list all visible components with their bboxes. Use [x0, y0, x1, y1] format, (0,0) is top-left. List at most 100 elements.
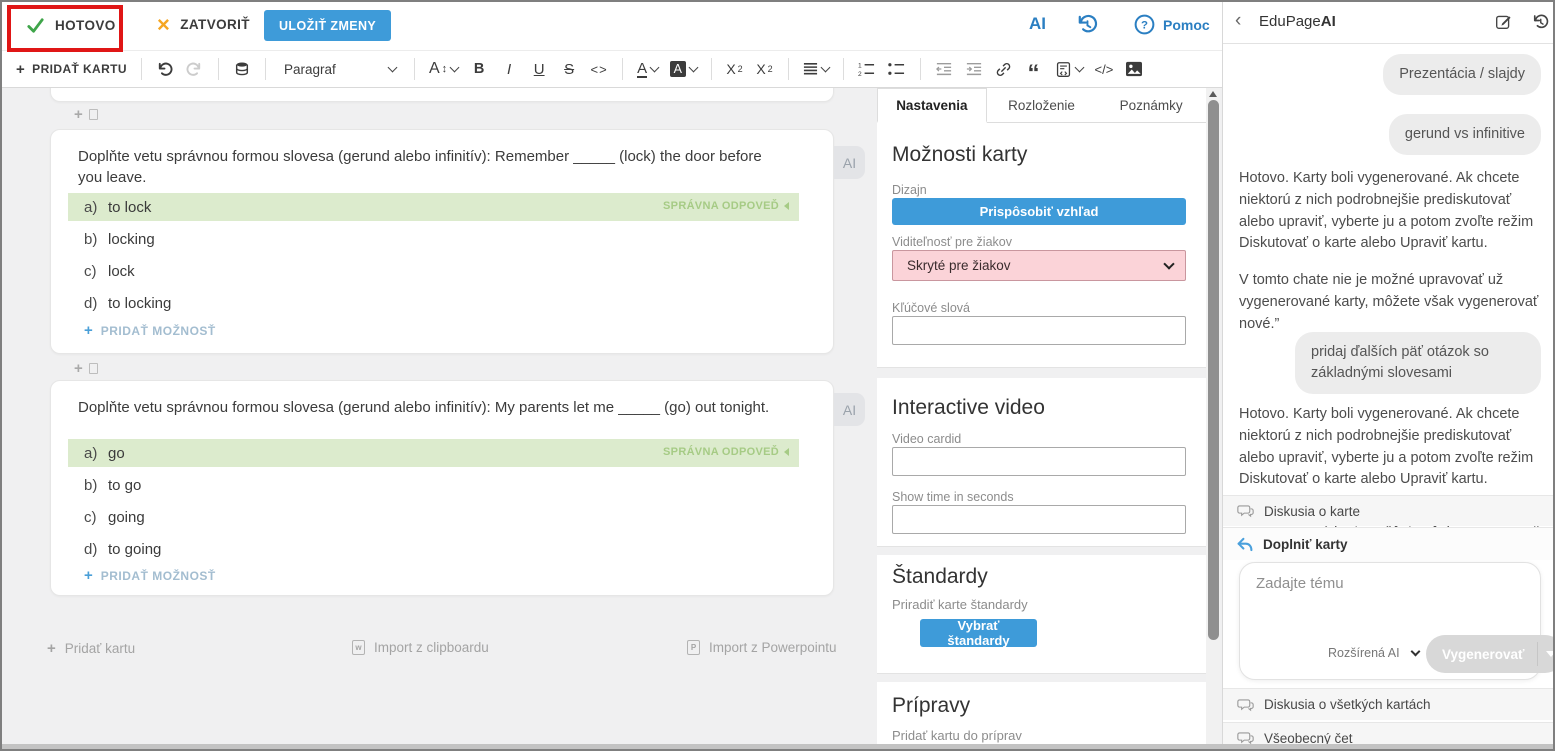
video-cardid-input[interactable] — [892, 447, 1186, 476]
back-chevron-icon[interactable]: ‹ — [1235, 11, 1241, 30]
toolbar-divider — [843, 58, 844, 80]
link-button[interactable] — [991, 55, 1017, 83]
previous-card-partial[interactable] — [50, 88, 834, 102]
chevron-down-icon — [450, 63, 460, 73]
insert-image-button[interactable] — [1121, 55, 1147, 83]
import-clipboard-button[interactable]: w Import z clipboardu — [352, 640, 489, 655]
card-options-section: Možnosti karty Dizajn Prispôsobiť vzhľad… — [877, 123, 1206, 368]
svg-text:?: ? — [1141, 20, 1148, 32]
visibility-select[interactable]: Skryté pre žiakov — [892, 250, 1186, 281]
ordered-list-button[interactable]: 12 — [854, 55, 880, 83]
card-ai-tag[interactable]: AI — [834, 146, 865, 179]
answer-option-a[interactable]: a) go SPRÁVNA ODPOVEĎ — [68, 439, 799, 467]
bullet-list-button[interactable] — [884, 55, 910, 83]
app-window: HOTOVO × ZATVORIŤ ULOŽIŤ ZMENY AI ? Pomo… — [0, 0, 1555, 751]
discuss-card-row[interactable]: Diskusia o karte — [1223, 495, 1555, 526]
customize-appearance-button[interactable]: Prispôsobiť vzhľad — [892, 198, 1186, 225]
show-time-input[interactable] — [892, 505, 1186, 534]
paragraph-style-select[interactable]: Paragraf — [276, 55, 404, 83]
subscript-button[interactable]: X2 — [752, 55, 778, 83]
video-cardid-label: Video cardid — [892, 432, 961, 446]
keywords-input[interactable] — [892, 316, 1186, 345]
bold-button[interactable]: B — [466, 55, 492, 83]
generate-button[interactable]: Vygenerovať — [1426, 635, 1555, 673]
scroll-up-arrow[interactable] — [1209, 91, 1217, 97]
insert-template-button[interactable] — [1051, 55, 1087, 83]
new-chat-icon[interactable] — [1495, 13, 1512, 35]
code-view-button[interactable]: </> — [1091, 55, 1118, 83]
blockquote-button[interactable]: “ — [1021, 55, 1047, 83]
complete-cards-row[interactable]: Doplniť karty — [1223, 527, 1555, 560]
link-icon — [995, 61, 1012, 78]
ai-model-select[interactable]: Rozšírená AI — [1328, 646, 1419, 660]
card-editor-area: + Doplňte vetu správnou formou slovesa (… — [2, 88, 877, 751]
chat-panel-title: EduPageAI — [1259, 13, 1336, 30]
toolbar-divider — [218, 58, 219, 80]
superscript-button[interactable]: X2 — [722, 55, 748, 83]
inline-code-button[interactable]: <> — [586, 55, 612, 83]
quote-icon: “ — [1028, 69, 1040, 79]
scrollbar-thumb[interactable] — [1208, 100, 1219, 640]
answer-option-d[interactable]: d) to locking — [68, 289, 799, 317]
layers-button[interactable] — [229, 55, 255, 83]
header-ai-button[interactable]: AI — [1029, 14, 1046, 34]
align-button[interactable] — [799, 55, 833, 83]
indent-button[interactable] — [961, 55, 987, 83]
redo-button[interactable] — [182, 55, 208, 83]
chevron-down-icon — [650, 63, 660, 73]
import-powerpoint-button[interactable]: P Import z Powerpointu — [687, 640, 837, 655]
topic-input[interactable] — [1254, 573, 1524, 631]
outdent-button[interactable] — [931, 55, 957, 83]
underline-button[interactable]: U — [526, 55, 552, 83]
select-standards-button[interactable]: Vybrať štandardy — [920, 619, 1037, 647]
template-icon — [1055, 61, 1072, 78]
answer-option-d[interactable]: d) to going — [68, 535, 799, 563]
font-color-button[interactable]: A — [633, 55, 662, 83]
question-card[interactable]: Doplňte vetu správnou formou slovesa (ge… — [50, 129, 834, 354]
edupage-ai-panel: Prezentácia / slajdy gerund vs infinitiv… — [1222, 2, 1555, 751]
redo-icon — [186, 61, 203, 78]
add-option-button[interactable]: + PRIDAŤ MOŽNOSŤ — [84, 322, 216, 339]
discuss-all-cards-row[interactable]: Diskusia o všetkých kartách — [1223, 688, 1555, 720]
add-option-button[interactable]: + PRIDAŤ MOŽNOSŤ — [84, 567, 216, 584]
red-highlight-box — [7, 5, 123, 52]
italic-button[interactable]: I — [496, 55, 522, 83]
add-card-footer-button[interactable]: + Pridať kartu — [47, 640, 135, 657]
show-time-label: Show time in seconds — [892, 490, 1014, 504]
save-changes-button[interactable]: ULOŽIŤ ZMENY — [264, 10, 391, 41]
outdent-icon — [936, 62, 952, 77]
tab-poznamky[interactable]: Poznámky — [1096, 88, 1206, 122]
ordered-list-icon: 12 — [858, 61, 875, 77]
chat-history-icon[interactable] — [1531, 13, 1549, 36]
card-ai-tag[interactable]: AI — [834, 393, 865, 426]
add-card-toolbar-button[interactable]: + PRIDAŤ KARTU — [12, 55, 131, 83]
undo-button[interactable] — [152, 55, 178, 83]
answer-option-b[interactable]: b) to go — [68, 471, 799, 499]
question-text[interactable]: Doplňte vetu správnou formou slovesa (ge… — [78, 146, 773, 189]
question-card[interactable]: Doplňte vetu správnou formou slovesa (ge… — [50, 380, 834, 596]
settings-scrollbar[interactable] — [1206, 88, 1220, 751]
answer-option-c[interactable]: c) going — [68, 503, 799, 531]
standards-subtitle: Priradiť karte štandardy — [892, 597, 1028, 612]
font-size-select[interactable]: A ↕ — [425, 55, 462, 83]
header-history-icon[interactable] — [1075, 13, 1098, 41]
insert-card-control[interactable]: + — [74, 361, 98, 376]
question-text[interactable]: Doplňte vetu správnou formou slovesa (ge… — [78, 397, 773, 418]
help-button[interactable]: ? Pomoc — [1134, 14, 1210, 35]
tab-nastavenia[interactable]: Nastavenia — [877, 88, 987, 123]
chevron-down-icon — [1163, 258, 1174, 269]
insert-card-control[interactable]: + — [74, 107, 98, 122]
answer-option-a[interactable]: a) to lock SPRÁVNA ODPOVEĎ — [68, 193, 799, 221]
user-message-bubble: Prezentácia / slajdy — [1383, 54, 1541, 95]
close-button[interactable]: × ZATVORIŤ — [157, 16, 250, 34]
keywords-label: Kľúčové slová — [892, 301, 970, 315]
generate-dropdown-arrow[interactable] — [1538, 651, 1555, 657]
answer-option-b[interactable]: b) locking — [68, 225, 799, 253]
answer-option-c[interactable]: c) lock — [68, 257, 799, 285]
tab-rozlozenie[interactable]: Rozloženie — [987, 88, 1097, 122]
strikethrough-button[interactable]: S — [556, 55, 582, 83]
settings-panel: Nastavenia Rozloženie Poznámky Možnosti … — [877, 88, 1222, 751]
background-color-button[interactable]: A — [666, 55, 700, 83]
editor-toolbar: + PRIDAŤ KARTU Paragraf A ↕ B I U S <> — [2, 50, 1222, 88]
correct-answer-badge: SPRÁVNA ODPOVEĎ — [663, 446, 789, 458]
